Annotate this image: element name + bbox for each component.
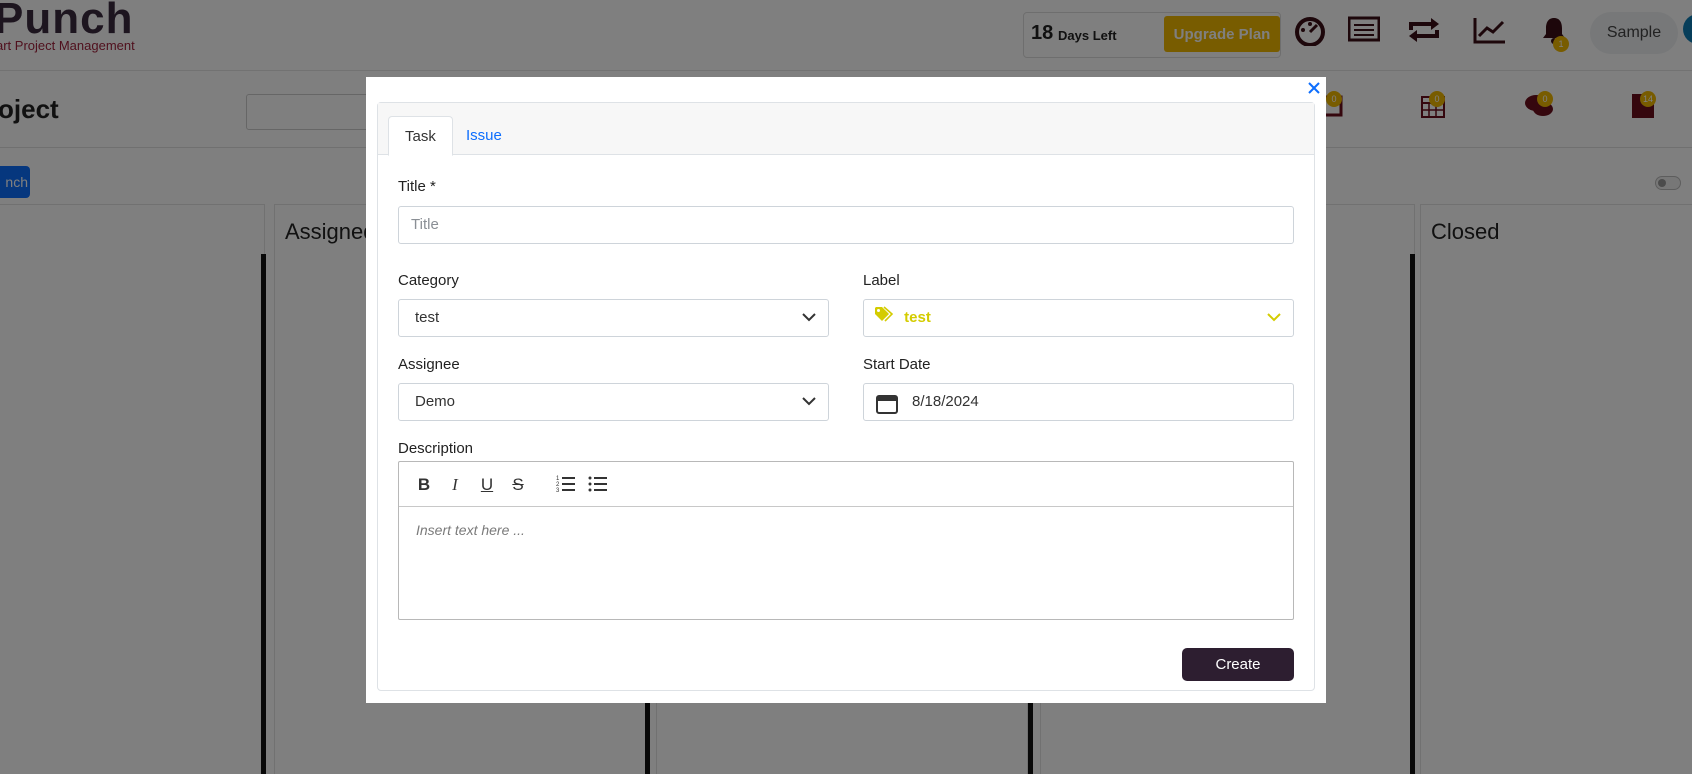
chevron-down-icon: [802, 384, 816, 420]
svg-text:3: 3: [556, 488, 560, 492]
category-select[interactable]: test: [398, 299, 829, 337]
create-button[interactable]: Create: [1182, 648, 1294, 681]
calendar-icon[interactable]: [876, 392, 898, 428]
category-label: Category: [398, 272, 459, 289]
start-date-value: 8/18/2024: [912, 393, 979, 410]
label-value: test: [904, 309, 931, 326]
title-label: Title *: [398, 178, 436, 195]
chevron-down-icon: [802, 300, 816, 336]
category-value: test: [415, 309, 440, 326]
label-label: Label: [863, 272, 900, 289]
ordered-list-icon[interactable]: 123: [555, 474, 577, 496]
chevron-down-icon: [1267, 300, 1281, 336]
strikethrough-icon[interactable]: S: [507, 474, 529, 496]
underline-icon[interactable]: U: [476, 474, 498, 496]
description-label: Description: [398, 440, 474, 457]
tags-icon: [874, 300, 894, 336]
label-select[interactable]: test: [863, 299, 1294, 337]
assignee-select[interactable]: Demo: [398, 383, 829, 421]
start-date-label: Start Date: [863, 356, 931, 373]
italic-icon[interactable]: I: [444, 474, 466, 496]
assignee-label: Assignee: [398, 356, 460, 373]
close-icon[interactable]: [1306, 80, 1322, 98]
start-date-input[interactable]: 8/18/2024: [863, 383, 1294, 421]
assignee-value: Demo: [415, 393, 456, 410]
tab-task[interactable]: Task: [388, 116, 453, 156]
bullet-list-icon[interactable]: [587, 474, 609, 496]
tab-bar: [378, 103, 1314, 155]
title-input[interactable]: Title: [398, 206, 1294, 244]
editor-toolbar: [399, 462, 1293, 507]
bold-icon[interactable]: B: [413, 474, 435, 496]
tab-issue[interactable]: Issue: [450, 116, 518, 156]
description-placeholder: Insert text here ...: [416, 522, 525, 538]
